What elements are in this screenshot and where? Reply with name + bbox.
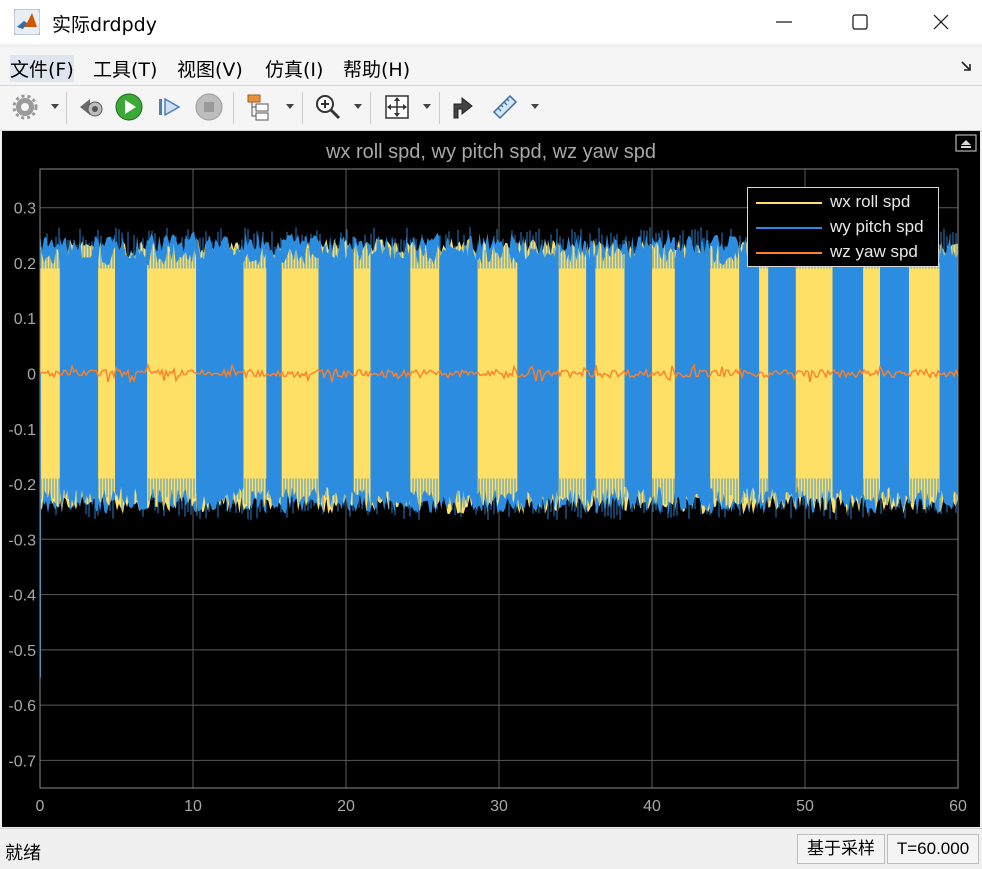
series-band-wx	[147, 242, 197, 512]
y-tick-label: -0.5	[8, 643, 36, 660]
y-tick-label: -0.2	[8, 477, 36, 494]
x-tick-label: 40	[643, 798, 661, 815]
legend-entry-wz[interactable]: wz yaw spd	[748, 240, 938, 265]
legend-label-wx: wx roll spd	[830, 192, 911, 211]
legend-swatch-wz	[756, 252, 822, 254]
y-tick-label: -0.4	[8, 588, 36, 605]
legend-entry-wx[interactable]: wx roll spd	[748, 190, 938, 215]
x-tick-label: 60	[949, 798, 967, 815]
y-tick-label: 0.2	[14, 256, 36, 273]
x-tick-label: 50	[796, 798, 814, 815]
x-tick-label: 20	[337, 798, 355, 815]
legend[interactable]: wx roll spd wy pitch spd wz yaw spd	[747, 187, 939, 267]
y-tick-label: 0	[27, 366, 36, 383]
y-tick-label: -0.7	[8, 753, 36, 770]
legend-swatch-wy	[756, 227, 822, 229]
simulation-time: T=60.000	[887, 834, 979, 864]
scope-plot[interactable]: 0 10 20 30 40 50 60 0.3 0.2 0.1 0 -0.1 -0.2 -0.3 -0.4 -…	[0, 0, 982, 868]
series-band-wx	[40, 243, 60, 511]
x-tick-label: 30	[490, 798, 508, 815]
legend-entry-wy[interactable]: wy pitch spd	[748, 215, 938, 240]
legend-swatch-wx	[756, 202, 822, 204]
y-tick-label: -0.6	[8, 698, 36, 715]
legend-label-wz: wz yaw spd	[830, 242, 918, 261]
sample-mode-indicator: 基于采样	[797, 834, 885, 864]
series-band-wx	[243, 247, 267, 512]
series-band-wy	[115, 235, 148, 512]
y-tick-label: 0.3	[14, 201, 36, 218]
series-band-wx	[795, 242, 833, 512]
series-band-wy	[318, 235, 354, 512]
series-band-wx	[863, 240, 880, 511]
y-tick-label: 0.1	[14, 311, 36, 328]
status-bar: 就绪 基于采样 T=60.000	[0, 828, 982, 869]
status-text: 就绪	[5, 843, 41, 864]
series-band-wy	[59, 235, 99, 512]
y-tick-label: -0.1	[8, 422, 36, 439]
y-tick-label: -0.3	[8, 532, 36, 549]
series-band-wx	[652, 241, 675, 509]
x-tick-label: 10	[184, 798, 202, 815]
x-tick-label: 0	[36, 798, 45, 815]
legend-label-wy: wy pitch spd	[830, 217, 924, 236]
series-band-wx	[410, 241, 440, 512]
